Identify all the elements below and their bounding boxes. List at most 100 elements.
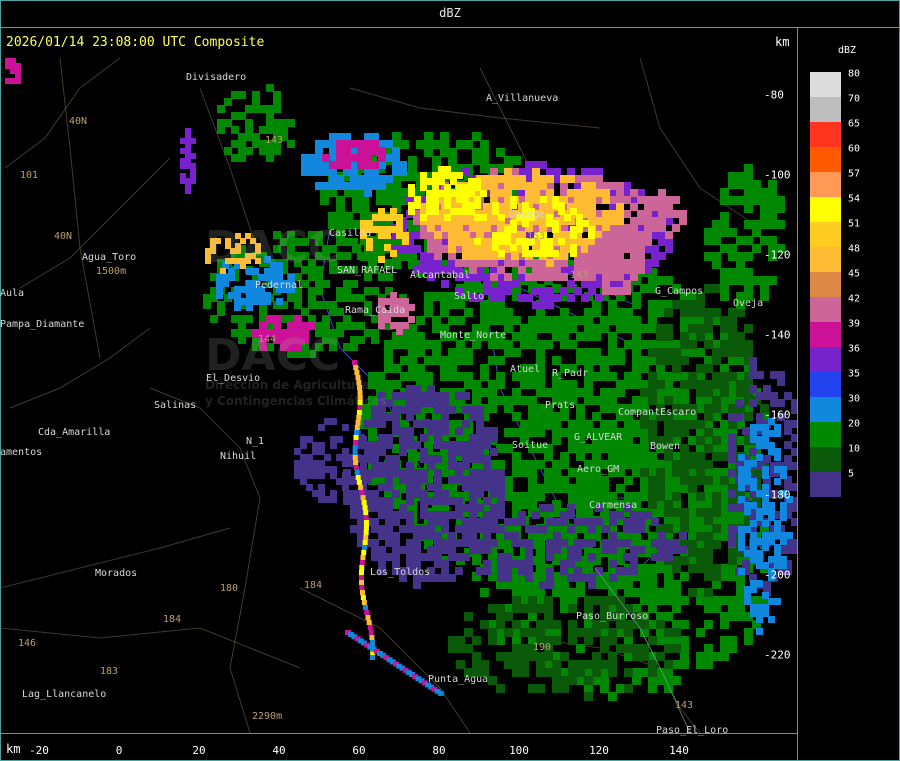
product-title: dBZ	[439, 6, 461, 20]
legend-swatch	[810, 147, 841, 172]
unit-label-top: km	[775, 35, 790, 49]
legend-label: 36	[848, 343, 861, 355]
place-label: G_Campos	[655, 286, 704, 297]
y-tick-label: -120	[764, 248, 791, 262]
y-tick-label: -220	[764, 648, 791, 662]
y-tick-label: -100	[764, 168, 791, 182]
legend-label: 39	[848, 318, 861, 330]
road-label: 101	[20, 170, 39, 181]
legend-swatch	[810, 372, 841, 397]
road-label: 143	[675, 700, 694, 711]
road-label: 153	[527, 231, 546, 242]
place-label: Nihuil	[220, 451, 257, 462]
road-label: 1500m	[96, 266, 127, 277]
road-label: 144	[258, 334, 277, 345]
legend-swatch	[810, 397, 841, 422]
legend-label: 45	[848, 268, 861, 280]
place-label: Punta_Agua	[428, 674, 489, 685]
place-label: Salinas	[154, 400, 197, 411]
place-label: Atuel	[510, 364, 541, 375]
legend-label: 54	[848, 193, 861, 205]
place-label: Oveja	[733, 298, 764, 309]
x-tick-label: 140	[669, 744, 689, 757]
legend-label: 65	[848, 118, 861, 130]
place-label: Monte_Norte	[440, 330, 507, 341]
legend-swatch	[810, 222, 841, 247]
legend-label: 70	[848, 93, 861, 105]
place-label: El_Desvio	[206, 373, 261, 384]
legend-swatch	[810, 447, 841, 472]
y-tick-label: -180	[764, 488, 791, 502]
place-label: Divisadero	[186, 72, 247, 83]
legend-label: 80	[848, 68, 861, 80]
x-tick-label: 20	[192, 744, 206, 757]
road-label: 190	[533, 642, 552, 653]
y-tick-label: -200	[764, 568, 791, 582]
legend-swatch	[810, 297, 841, 322]
legend-label: 20	[848, 418, 861, 430]
x-tick-label: 80	[432, 744, 446, 757]
place-label: Prats	[545, 400, 576, 411]
place-label: Aula	[0, 288, 25, 299]
road-label: 40N	[69, 116, 88, 127]
x-axis: -20 0 20 40 60 80 100 120 140	[0, 733, 797, 761]
legend-swatch	[810, 347, 841, 372]
place-label: Lag_Llancanelo	[22, 689, 107, 700]
legend-swatch	[810, 97, 841, 122]
legend-swatch	[810, 122, 841, 147]
x-tick-label: -20	[29, 744, 49, 757]
legend-label: 10	[848, 443, 861, 455]
legend-label: 5	[848, 468, 855, 480]
road-label: 146	[18, 638, 37, 649]
y-tick-label: -160	[764, 408, 791, 422]
place-label: Pedernal	[255, 280, 304, 291]
place-label: Paso_Burroso	[576, 611, 649, 622]
legend-swatch	[810, 472, 841, 497]
legend-label: 57	[848, 168, 861, 180]
x-tick-label: 120	[589, 744, 609, 757]
place-label: Salto	[454, 291, 485, 302]
radar-echo-layer	[0, 57, 797, 733]
x-tick-label: 60	[352, 744, 366, 757]
legend-swatch	[810, 72, 841, 97]
place-label: Los_Toldos	[370, 567, 431, 578]
place-label: Soitue	[512, 440, 549, 451]
x-tick-label: 0	[115, 744, 123, 757]
place-label: Agua_Toro	[82, 252, 137, 263]
timestamp-label: 2026/01/14 23:08:00 UTC Composite	[6, 35, 265, 50]
place-label: Cda_Amarilla	[38, 427, 111, 438]
place-label: amentos	[0, 447, 43, 458]
place-label: R_Padr	[552, 368, 589, 379]
legend-label: 30	[848, 393, 861, 405]
legend-label: 51	[848, 218, 861, 230]
place-label: G_ALVEAR	[574, 432, 623, 443]
place-label: Alcantabal	[410, 270, 471, 281]
road-label: 180	[220, 583, 239, 594]
legend-label: 35	[848, 368, 861, 380]
x-tick-label: 40	[272, 744, 286, 757]
x-tick-label: 100	[509, 744, 529, 757]
road-label: 2290m	[252, 711, 283, 722]
radar-map[interactable]	[0, 28, 797, 733]
y-tick-label: -140	[764, 328, 791, 342]
legend-swatch	[810, 247, 841, 272]
legend-label: 48	[848, 243, 861, 255]
place-label: Aero_GM	[577, 464, 620, 475]
place-label: Morados	[95, 568, 138, 579]
road-label: 143	[570, 270, 589, 281]
y-tick-label: -80	[764, 88, 784, 102]
watermark-text: y Contingencias Climáticas	[205, 394, 387, 408]
road-label: 143	[265, 135, 284, 146]
legend-swatch	[810, 197, 841, 222]
legend-swatch	[810, 422, 841, 447]
legend-label: 42	[848, 293, 861, 305]
legend-swatch	[810, 322, 841, 347]
road-label: 183	[100, 666, 119, 677]
place-label: SAN_RAFAEL	[337, 265, 398, 276]
title-bar: dBZ	[0, 0, 900, 28]
legend-title: dBZ	[838, 45, 857, 56]
place-label: Casilda	[329, 228, 372, 239]
place-label: N_1	[246, 436, 265, 447]
place-label: Pampa_Diamante	[0, 319, 85, 330]
unit-label-bottom: km	[6, 742, 21, 756]
